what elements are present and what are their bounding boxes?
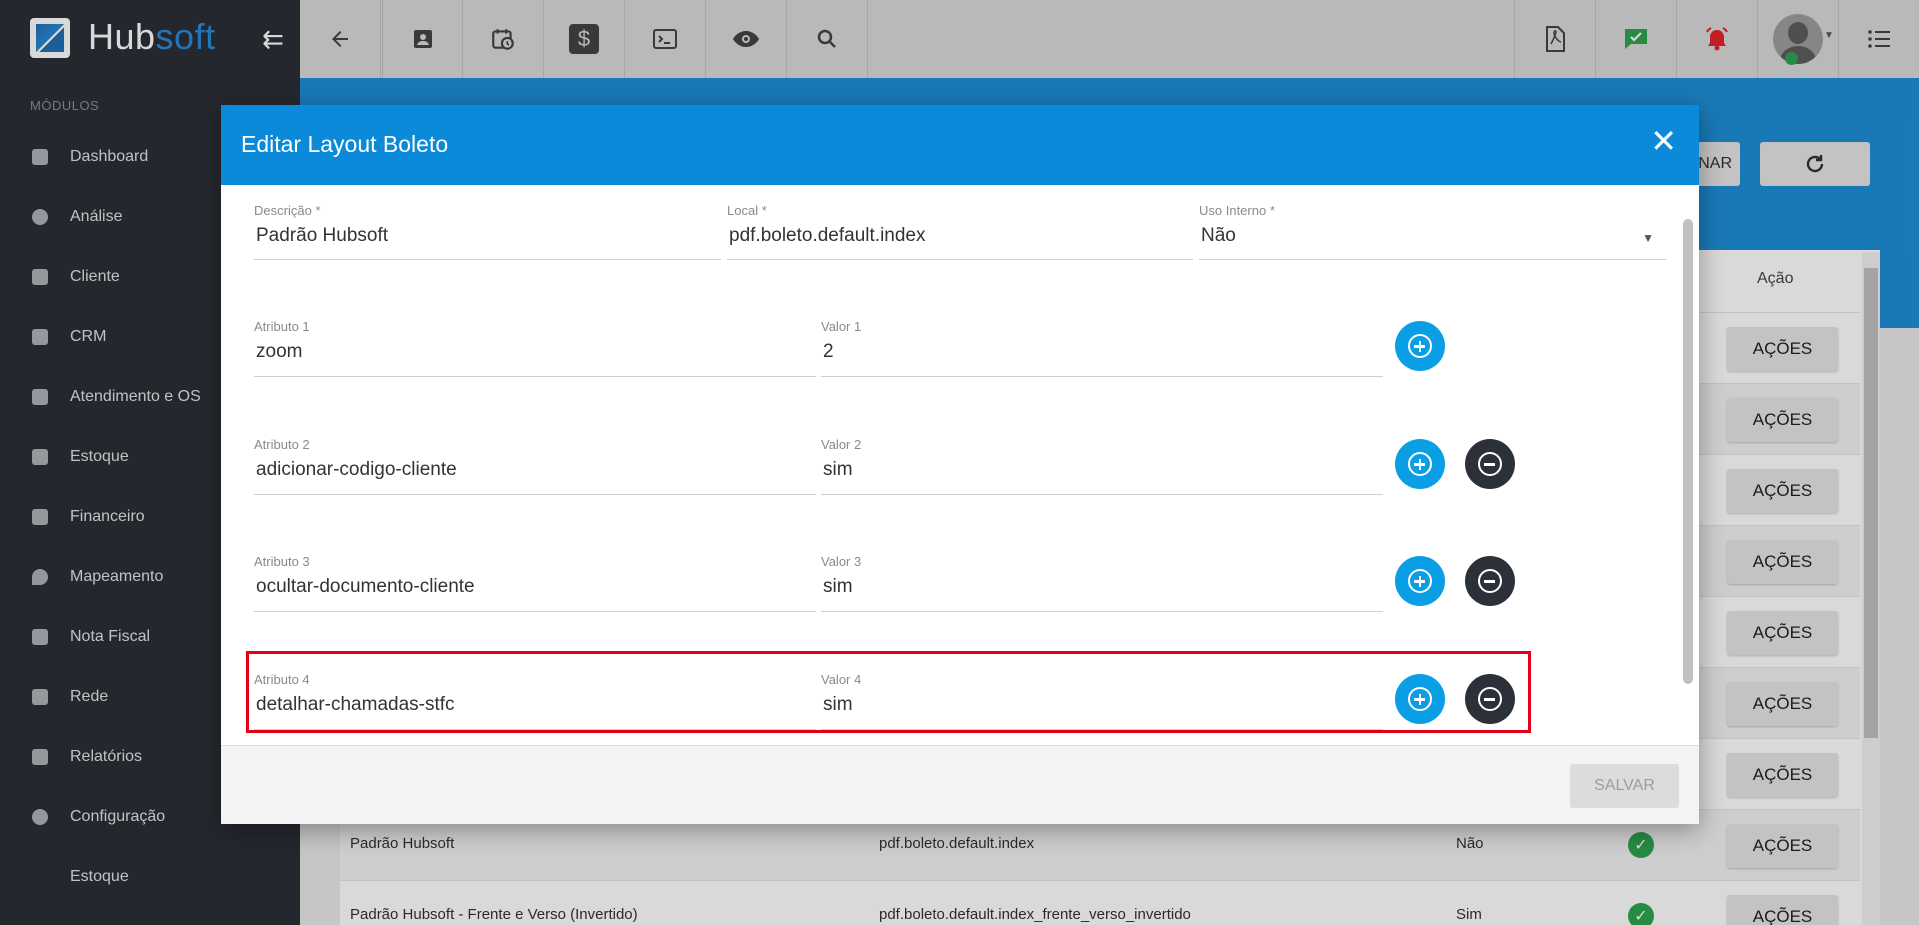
edit-layout-modal: Editar Layout Boleto ✕ Descrição * Padrã… bbox=[221, 105, 1699, 824]
atributo-3-input[interactable]: ocultar-documento-cliente bbox=[256, 576, 475, 598]
plus-circle-icon bbox=[1408, 334, 1432, 358]
uso-interno-label: Uso Interno bbox=[1199, 203, 1267, 218]
local-input[interactable]: pdf.boleto.default.index bbox=[729, 225, 926, 247]
dropdown-caret-icon: ▼ bbox=[1642, 231, 1654, 245]
close-icon[interactable]: ✕ bbox=[1650, 125, 1677, 157]
descricao-field[interactable]: Descrição * Padrão Hubsoft bbox=[254, 203, 721, 261]
atributo-2-label: Atributo 2 bbox=[254, 437, 310, 452]
atributo-1-label: Atributo 1 bbox=[254, 319, 310, 334]
add-attribute-button[interactable] bbox=[1395, 321, 1445, 371]
minus-circle-icon bbox=[1478, 452, 1502, 476]
atributo-3-field[interactable]: Atributo 3 ocultar-documento-cliente bbox=[254, 554, 816, 614]
remove-attribute-button[interactable] bbox=[1465, 439, 1515, 489]
add-attribute-button[interactable] bbox=[1395, 439, 1445, 489]
atributo-1-input[interactable]: zoom bbox=[256, 341, 302, 363]
valor-2-input[interactable]: sim bbox=[823, 459, 853, 481]
required-mark: * bbox=[761, 203, 767, 218]
required-mark: * bbox=[1269, 203, 1275, 218]
descricao-label: Descrição bbox=[254, 203, 312, 218]
plus-circle-icon bbox=[1408, 452, 1432, 476]
save-button[interactable]: SALVAR bbox=[1570, 764, 1679, 808]
remove-attribute-button[interactable] bbox=[1465, 556, 1515, 606]
local-label: Local bbox=[727, 203, 759, 218]
atributo-2-field[interactable]: Atributo 2 adicionar-codigo-cliente bbox=[254, 437, 816, 497]
modal-scrollbar-thumb[interactable] bbox=[1683, 219, 1693, 684]
modal-title: Editar Layout Boleto bbox=[241, 131, 449, 157]
minus-circle-icon bbox=[1478, 569, 1502, 593]
add-attribute-button[interactable] bbox=[1395, 556, 1445, 606]
plus-circle-icon bbox=[1408, 569, 1432, 593]
valor-3-input[interactable]: sim bbox=[823, 576, 853, 598]
highlight-annotation-box bbox=[246, 651, 1531, 733]
uso-interno-select[interactable]: Uso Interno * Não ▼ bbox=[1199, 203, 1666, 261]
valor-2-label: Valor 2 bbox=[821, 437, 862, 452]
valor-3-field[interactable]: Valor 3 sim bbox=[821, 554, 1383, 614]
local-field[interactable]: Local * pdf.boleto.default.index bbox=[727, 203, 1193, 261]
uso-interno-value[interactable]: Não bbox=[1201, 225, 1236, 247]
atributo-3-label: Atributo 3 bbox=[254, 554, 310, 569]
valor-3-label: Valor 3 bbox=[821, 554, 862, 569]
valor-1-field[interactable]: Valor 1 2 bbox=[821, 319, 1383, 379]
modal-footer: SALVAR bbox=[221, 745, 1699, 824]
valor-2-field[interactable]: Valor 2 sim bbox=[821, 437, 1383, 497]
valor-1-label: Valor 1 bbox=[821, 319, 862, 334]
valor-1-input[interactable]: 2 bbox=[823, 341, 834, 363]
atributo-1-field[interactable]: Atributo 1 zoom bbox=[254, 319, 816, 379]
descricao-input[interactable]: Padrão Hubsoft bbox=[256, 225, 388, 247]
modal-header: Editar Layout Boleto ✕ bbox=[221, 105, 1699, 185]
required-mark: * bbox=[315, 203, 321, 218]
atributo-2-input[interactable]: adicionar-codigo-cliente bbox=[256, 459, 457, 481]
